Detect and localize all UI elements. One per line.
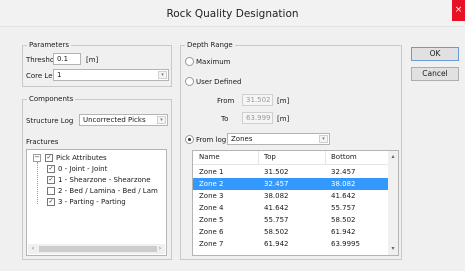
tree-item-label: 3 - Parting - Parting	[58, 198, 126, 206]
depth-range-group-label: Depth Range	[185, 41, 235, 50]
to-unit: [m]	[277, 115, 290, 123]
scroll-up-icon[interactable]: ▴	[388, 152, 398, 162]
zone-name-cell: Zone 1	[199, 168, 224, 176]
zone-bottom-cell: 41.642	[331, 192, 356, 200]
fractures-tree[interactable]: − ✓ Pick Attributes ✓ 0 - Joint - Joint …	[26, 149, 167, 256]
zone-top-cell: 32.457	[264, 180, 289, 188]
collapse-icon[interactable]: −	[33, 154, 41, 162]
scroll-left-icon[interactable]: ‹	[28, 244, 38, 254]
zone-bottom-cell: 61.942	[331, 228, 356, 236]
chevron-down-icon[interactable]: ▾	[158, 71, 167, 79]
scroll-down-icon[interactable]: ▾	[388, 244, 398, 254]
threshold-unit: [m]	[86, 56, 99, 64]
horizontal-scrollbar[interactable]: ‹ ›	[28, 244, 165, 254]
title-bar: Rock Quality Designation ×	[0, 0, 465, 27]
pick-attributes-checkbox[interactable]: ✓	[45, 154, 53, 162]
from-unit: [m]	[277, 97, 290, 105]
maximum-radio[interactable]	[185, 57, 194, 66]
table-row[interactable]: Zone 7 61.942 63.9995	[193, 238, 393, 250]
table-row-selected[interactable]: Zone 2 32.457 38.082	[193, 178, 393, 190]
zone-top-cell: 55.757	[264, 216, 289, 224]
table-row[interactable]: Zone 6 58.502 61.942	[193, 226, 393, 238]
tree-root-label: Pick Attributes	[56, 154, 107, 162]
from-label: From	[217, 97, 235, 105]
zone-bottom-cell: 58.502	[331, 216, 356, 224]
tree-item-checkbox[interactable]: ✓	[47, 165, 55, 173]
zone-top-cell: 31.502	[264, 168, 289, 176]
parameters-group-label: Parameters	[27, 41, 72, 50]
zone-name-cell: Zone 7	[199, 240, 224, 248]
zone-bottom-cell: 38.082	[331, 180, 356, 188]
to-label: To	[221, 115, 229, 123]
zone-name-cell: Zone 2	[199, 180, 224, 188]
zone-bottom-cell: 32.457	[331, 168, 356, 176]
tree-item-label: 2 - Bed / Lamina - Bed / Lam	[58, 187, 158, 195]
zone-name-cell: Zone 6	[199, 228, 224, 236]
zone-name-cell: Zone 5	[199, 216, 224, 224]
table-header: Name Top Bottom	[193, 151, 393, 165]
window-title: Rock Quality Designation	[166, 8, 299, 20]
zones-table[interactable]: Name Top Bottom Zone 1 31.502 32.457 Zon…	[192, 150, 399, 256]
chevron-down-icon[interactable]: ▾	[319, 135, 328, 143]
scrollbar-thumb[interactable]	[39, 246, 157, 252]
components-group-label: Components	[27, 95, 76, 104]
maximum-label: Maximum	[196, 58, 231, 66]
from-input[interactable]: 31.502	[242, 94, 273, 106]
from-log-radio[interactable]	[185, 135, 194, 144]
zone-bottom-cell: 63.9995	[331, 240, 360, 248]
zone-top-cell: 58.502	[264, 228, 289, 236]
from-log-value: Zones	[231, 135, 253, 143]
zone-name-cell: Zone 3	[199, 192, 224, 200]
zone-name-cell: Zone 4	[199, 204, 224, 212]
table-row[interactable]: Zone 5 55.757 58.502	[193, 214, 393, 226]
tree-item-checkbox[interactable]	[47, 187, 55, 195]
tree-item-checkbox[interactable]: ✓	[47, 176, 55, 184]
tree-item-label: 1 - Shearzone - Shearzone	[58, 176, 151, 184]
tree-item-label: 0 - Joint - Joint	[58, 165, 108, 173]
threshold-input[interactable]: 0.1	[53, 53, 81, 65]
structure-log-select[interactable]: Uncorrected Picks ▾	[79, 114, 168, 126]
cancel-button[interactable]: Cancel	[411, 67, 459, 81]
fractures-label: Fractures	[26, 138, 59, 146]
structure-log-label: Structure Log	[26, 117, 74, 125]
table-row[interactable]: Zone 3 38.082 41.642	[193, 190, 393, 202]
zone-top-cell: 61.942	[264, 240, 289, 248]
zone-top-cell: 41.642	[264, 204, 289, 212]
tree-connector	[37, 162, 38, 204]
to-input[interactable]: 63.999	[242, 112, 273, 124]
scroll-right-icon[interactable]: ›	[155, 244, 165, 254]
zone-bottom-cell: 55.757	[331, 204, 356, 212]
column-header-bottom[interactable]: Bottom	[326, 151, 390, 165]
table-row[interactable]: Zone 1 31.502 32.457	[193, 166, 393, 178]
column-header-name[interactable]: Name	[193, 151, 259, 165]
structure-log-value: Uncorrected Picks	[83, 116, 146, 124]
user-defined-radio[interactable]	[185, 77, 194, 86]
core-length-select[interactable]: 1 ▾	[53, 69, 169, 81]
column-header-top[interactable]: Top	[259, 151, 326, 165]
from-log-select[interactable]: Zones ▾	[227, 133, 330, 145]
vertical-scrollbar[interactable]: ▴ ▾	[388, 151, 398, 255]
from-log-label: From log	[196, 136, 227, 144]
close-icon: ×	[454, 5, 463, 15]
chevron-down-icon[interactable]: ▾	[157, 116, 166, 124]
table-row[interactable]: Zone 4 41.642 55.757	[193, 202, 393, 214]
tree-item-checkbox[interactable]: ✓	[47, 198, 55, 206]
core-length-value: 1	[57, 71, 62, 79]
ok-button[interactable]: OK	[411, 47, 459, 61]
close-button[interactable]: ×	[452, 0, 465, 21]
zone-top-cell: 38.082	[264, 192, 289, 200]
user-defined-label: User Defined	[196, 78, 242, 86]
